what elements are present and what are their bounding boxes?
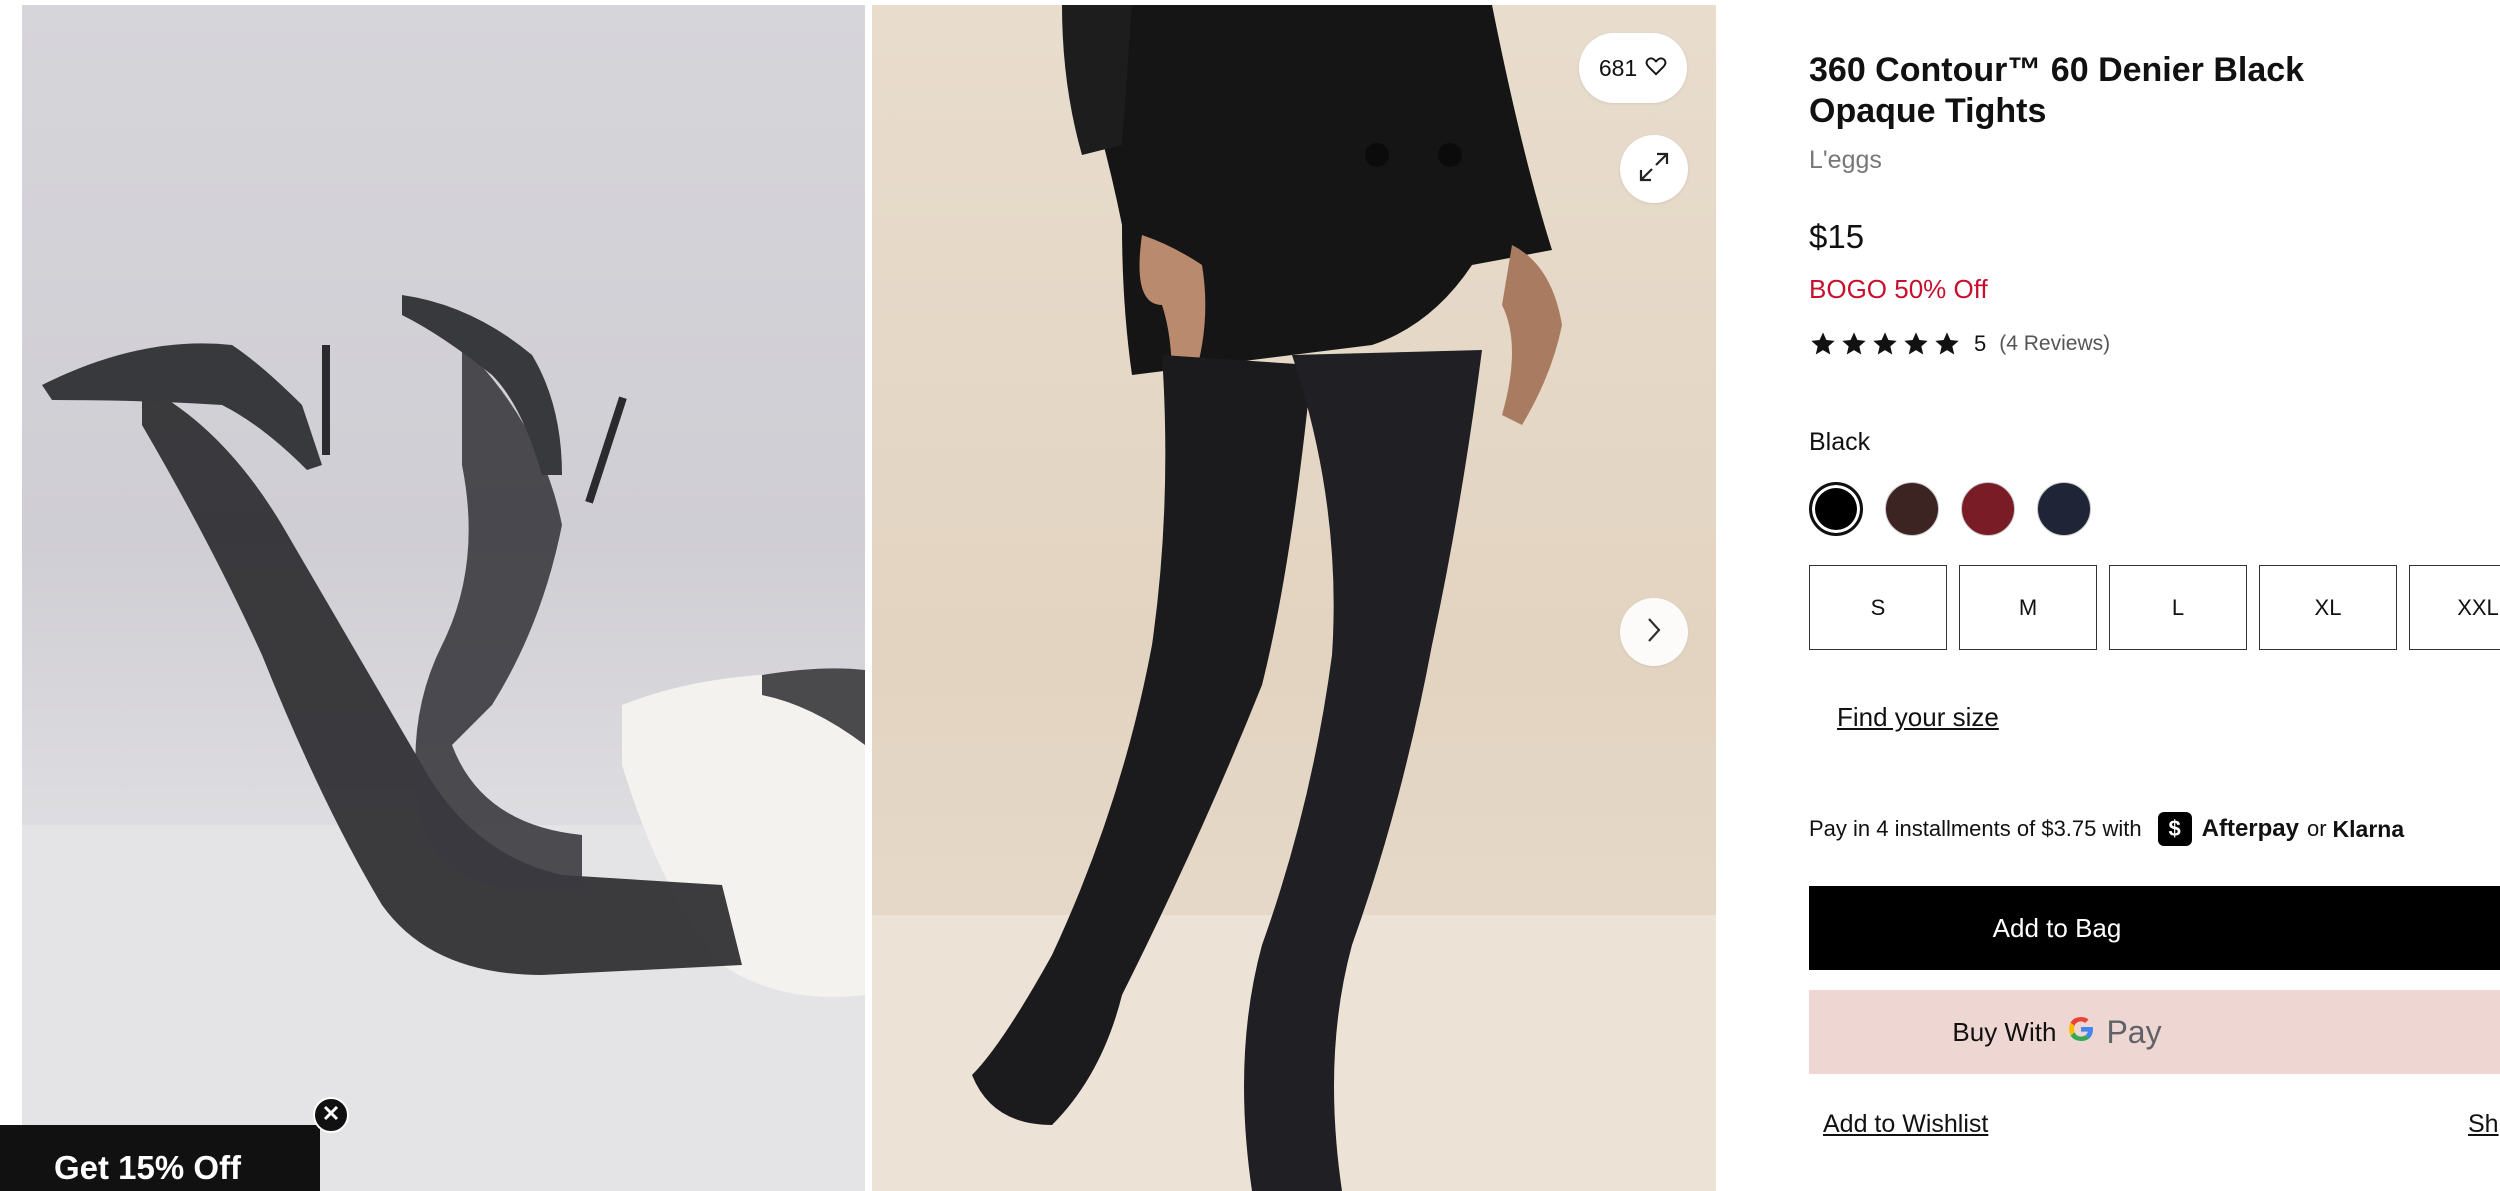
afterpay-link[interactable]: Afterpay [2202,815,2299,843]
product-gallery: 681 [0,0,1716,1191]
likes-count: 681 [1598,54,1638,81]
star-icon [1935,332,1959,355]
gpay-label: Pay [2106,1013,2162,1050]
star-icon [1873,332,1897,355]
swatch-brown[interactable] [1885,482,1939,536]
selected-color-label: Black [1809,428,1871,456]
product-details: 360 Contour™ 60 Denier Black Opaque Tigh… [1809,0,2500,1191]
klarna-link[interactable]: Klarna [2333,816,2405,843]
installments-text: Pay in 4 installments of $3.75 with [1809,816,2142,841]
add-to-wishlist-link[interactable]: Add to Wishlist [1823,1110,1988,1139]
add-to-bag-button[interactable]: Add to Bag [1809,886,2500,970]
google-g-icon [2066,1014,2096,1051]
product-photo-model-standing[interactable] [872,5,1716,1191]
buy-with-label: Buy With [1952,1016,2057,1047]
close-icon [322,1104,340,1127]
size-option-xl[interactable]: XL [2259,565,2397,650]
discount-popup-label: Get 15% Off [54,1149,242,1186]
reviews-link[interactable]: (4 Reviews) [1999,332,2110,356]
color-swatches [1809,482,2091,536]
swatch-black[interactable] [1809,482,1863,536]
star-icon [1842,332,1866,355]
expand-button[interactable] [1620,135,1688,203]
size-option-l[interactable]: L [2109,565,2247,650]
heart-icon [1645,55,1667,82]
installments-info: Pay in 4 installments of $3.75 with $ Af… [1809,812,2404,846]
product-photo-legs-heels[interactable] [22,5,865,1191]
add-to-bag-label: Add to Bag [1992,912,2122,943]
star-icon [1904,332,1928,355]
product-price: $15 [1809,218,1865,255]
swatch-navy[interactable] [2037,482,2091,536]
expand-icon [1637,150,1671,189]
promotion-label: BOGO 50% Off [1809,274,1988,304]
or-text: or [2306,816,2327,841]
chevron-right-icon [1643,615,1665,650]
size-option-m[interactable]: M [1959,565,2097,650]
close-promo-button[interactable] [313,1097,349,1133]
rating-stars [1809,330,1961,358]
discount-popup-tab[interactable]: Get 15% Off [0,1125,320,1191]
star-icon [1811,332,1835,355]
like-button[interactable]: 681 [1579,33,1687,103]
rating-score: 5 [1974,331,1987,356]
share-link[interactable]: Sh [2468,1110,2499,1139]
google-pay-button[interactable]: Buy With Pay [1809,990,2500,1074]
product-rating: 5 (4 Reviews) [1809,330,2110,358]
find-your-size-link[interactable]: Find your size [1837,702,1999,733]
size-option-xxl[interactable]: XXL [2409,565,2500,650]
swatch-burgundy[interactable] [1961,482,2015,536]
product-title: 360 Contour™ 60 Denier Black Opaque Tigh… [1809,51,2305,130]
size-selector: S M L XL XXL [1809,565,2500,650]
afterpay-icon: $ [2157,812,2192,846]
product-brand: L'eggs [1809,146,1882,174]
next-image-button[interactable] [1620,598,1688,666]
size-option-s[interactable]: S [1809,565,1947,650]
